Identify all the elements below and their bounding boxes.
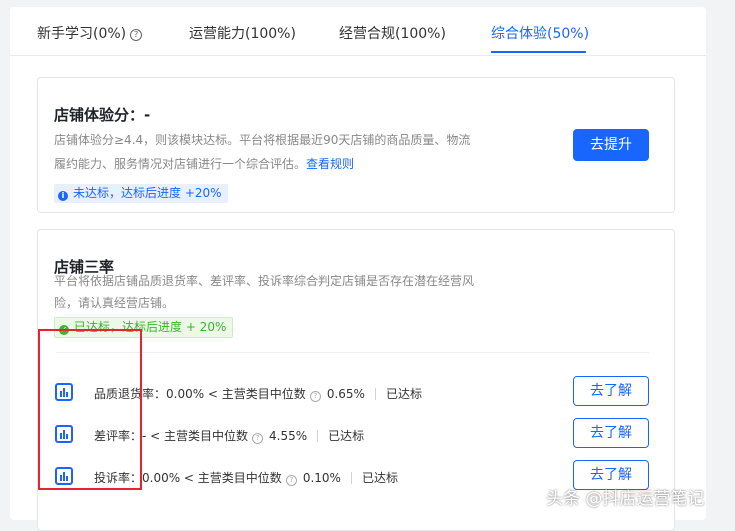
quality-return-rate-median: 0.65% — [326, 387, 365, 401]
quality-return-rate-status: 已达标 — [385, 387, 422, 401]
tab-beginner-learning[interactable]: 新手学习(0%)? — [37, 23, 143, 43]
separator — [350, 472, 352, 484]
tab-operation-ability[interactable]: 运营能力(100%) — [189, 23, 296, 43]
highlight-annotation-box — [38, 329, 142, 490]
view-rules-link[interactable]: 查看规则 — [306, 157, 354, 171]
help-icon[interactable]: ? — [309, 391, 321, 402]
store-score-desc-line1: 店铺体验分≥4.4，则该模块达标。平台将根据最近90天店铺的商品质量、物流 — [54, 133, 471, 147]
tab-bar: 新手学习(0%)? 运营能力(100%) 经营合规(100%) 综合体验(50%… — [10, 7, 706, 56]
complaint-rate-median: 0.10% — [302, 471, 341, 485]
learn-more-button-quality-return[interactable]: 去了解 — [573, 376, 649, 406]
learn-more-button-negative-review[interactable]: 去了解 — [573, 418, 649, 448]
separator — [374, 388, 376, 400]
store-rates-desc-line2: 险，请认真经营店铺。 — [54, 296, 175, 310]
store-score-title: 店铺体验分：- — [54, 106, 151, 124]
quality-return-rate-row: 品质退货率：0.00% < 主营类目中位数? 0.65% 已达标 — [94, 385, 422, 402]
store-score-description: 店铺体验分≥4.4，则该模块达标。平台将根据最近90天店铺的商品质量、物流 履约… — [54, 128, 494, 176]
help-icon[interactable]: ? — [130, 29, 143, 41]
separator — [317, 430, 319, 442]
store-score-desc-line2: 履约能力、服务情况对店铺进行一个综合评估。查看规则 — [54, 152, 494, 176]
not-reached-badge: i 未达标，达标后进度 +20% — [54, 184, 228, 203]
active-tab-indicator — [491, 51, 586, 53]
improve-button[interactable]: 去提升 — [573, 129, 649, 161]
negative-review-rate-status: 已达标 — [328, 429, 365, 443]
tab-business-compliance[interactable]: 经营合规(100%) — [339, 23, 446, 43]
info-icon: i — [58, 191, 68, 201]
not-reached-badge-text: 未达标，达标后进度 +20% — [73, 186, 222, 200]
store-rates-description: 平台将依据店铺品质退货率、差评率、投诉率综合判定店铺是否存在潜在经营风 险，请认… — [54, 270, 484, 314]
help-icon[interactable]: ? — [252, 433, 264, 444]
complaint-rate-status: 已达标 — [361, 471, 398, 485]
store-score-desc-text: 履约能力、服务情况对店铺进行一个综合评估。 — [54, 157, 307, 171]
divider — [56, 352, 649, 353]
tab-overall-experience[interactable]: 综合体验(50%) — [491, 23, 589, 43]
store-rates-desc-line1: 平台将依据店铺品质退货率、差评率、投诉率综合判定店铺是否存在潜在经营风 — [54, 274, 475, 288]
negative-review-rate-median: 4.55% — [269, 429, 308, 443]
watermark: 头条 @抖店运营笔记 — [546, 489, 705, 509]
tab-label: 新手学习(0%) — [37, 26, 127, 42]
help-icon[interactable]: ? — [285, 475, 297, 486]
store-score-card: 店铺体验分：- 店铺体验分≥4.4，则该模块达标。平台将根据最近90天店铺的商品… — [37, 77, 675, 213]
